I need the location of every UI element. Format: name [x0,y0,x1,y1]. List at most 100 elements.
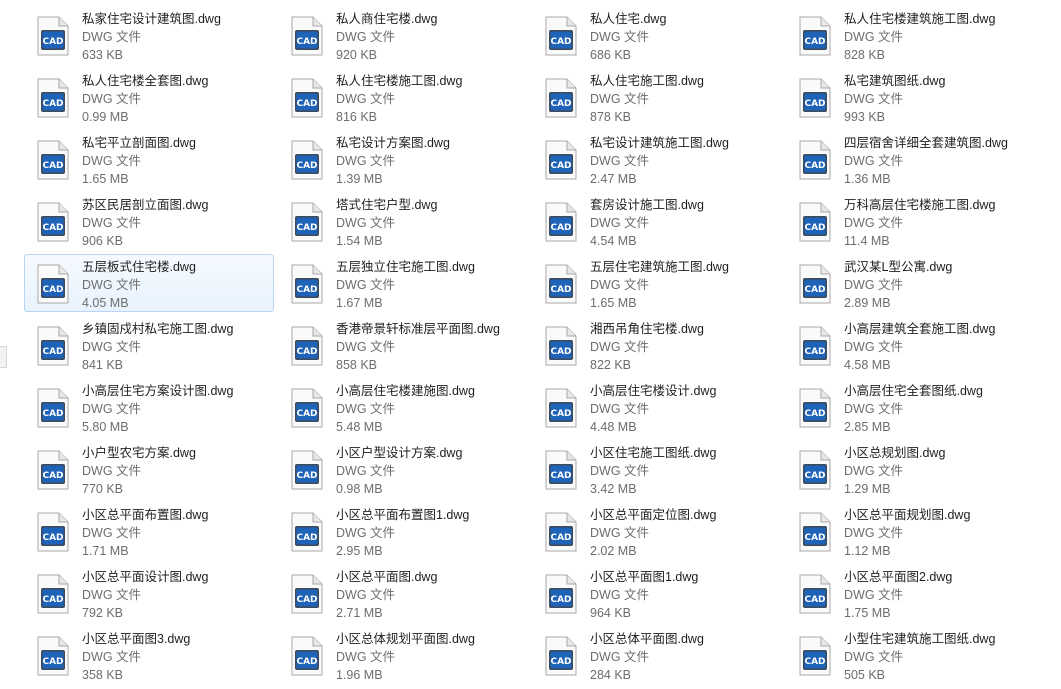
file-tile[interactable]: CAD 五层住宅建筑施工图.dwg DWG 文件 1.65 MB [532,254,782,312]
file-tile[interactable]: CAD 私人住宅楼建筑施工图.dwg DWG 文件 828 KB [786,6,1036,64]
file-tile[interactable]: CAD 小区总平面图3.dwg DWG 文件 358 KB [24,626,274,684]
file-type: DWG 文件 [336,340,396,354]
file-tile[interactable]: CAD 小高层建筑全套施工图.dwg DWG 文件 4.58 MB [786,316,1036,374]
file-tile[interactable]: CAD 私人住宅施工图.dwg DWG 文件 878 KB [532,68,782,126]
svg-text:CAD: CAD [42,409,63,419]
file-name: 私人住宅楼全套图.dwg [82,74,209,88]
file-tile[interactable]: CAD 私人商住宅楼.dwg DWG 文件 920 KB [278,6,528,64]
file-tile[interactable]: CAD 私人住宅楼施工图.dwg DWG 文件 816 KB [278,68,528,126]
file-tile[interactable]: CAD 乡镇固戍村私宅施工图.dwg DWG 文件 841 KB [24,316,274,374]
file-type: DWG 文件 [590,464,650,478]
file-tile[interactable]: CAD 小户型农宅方案.dwg DWG 文件 770 KB [24,440,274,498]
file-tile[interactable]: CAD 小高层住宅全套图纸.dwg DWG 文件 2.85 MB [786,378,1036,436]
file-tile[interactable]: CAD 湘西吊角住宅楼.dwg DWG 文件 822 KB [532,316,782,374]
cad-file-icon: CAD [291,512,323,552]
file-tile[interactable]: CAD 小区总体平面图.dwg DWG 文件 284 KB [532,626,782,684]
svg-text:CAD: CAD [804,409,825,419]
cad-file-icon: CAD [545,450,577,490]
navigation-pane-splitter[interactable] [0,346,7,368]
file-tile[interactable]: CAD 套房设计施工图.dwg DWG 文件 4.54 MB [532,192,782,250]
svg-text:CAD: CAD [550,347,571,357]
file-tile[interactable]: CAD 小高层住宅方案设计图.dwg DWG 文件 5.80 MB [24,378,274,436]
file-size: 0.98 MB [336,482,383,496]
file-size: 2.89 MB [844,296,891,310]
file-type: DWG 文件 [336,650,396,664]
file-name: 小区住宅施工图纸.dwg [590,446,717,460]
file-tile[interactable]: CAD 小区总平面图2.dwg DWG 文件 1.75 MB [786,564,1036,622]
cad-file-icon: CAD [37,140,69,180]
cad-file-icon: CAD [799,326,831,366]
file-tile[interactable]: CAD 私人住宅.dwg DWG 文件 686 KB [532,6,782,64]
file-type: DWG 文件 [590,526,650,540]
file-name: 私宅建筑图纸.dwg [844,74,946,88]
file-tile[interactable]: CAD 私宅设计方案图.dwg DWG 文件 1.39 MB [278,130,528,188]
file-size: 2.85 MB [844,420,891,434]
file-size: 1.65 MB [590,296,637,310]
cad-file-icon: CAD [545,16,577,56]
file-type: DWG 文件 [844,154,904,168]
file-tile[interactable]: CAD 小高层住宅楼建施图.dwg DWG 文件 5.48 MB [278,378,528,436]
cad-file-icon: CAD [291,636,323,676]
file-tile[interactable]: CAD 小区住宅施工图纸.dwg DWG 文件 3.42 MB [532,440,782,498]
file-tile[interactable]: CAD 小区总平面图1.dwg DWG 文件 964 KB [532,564,782,622]
svg-text:CAD: CAD [804,347,825,357]
file-size: 505 KB [844,668,886,682]
file-tile[interactable]: CAD 私宅建筑图纸.dwg DWG 文件 993 KB [786,68,1036,126]
svg-text:CAD: CAD [550,471,571,481]
file-tile[interactable]: CAD 小型住宅建筑施工图纸.dwg DWG 文件 505 KB [786,626,1036,684]
svg-text:CAD: CAD [804,285,825,295]
file-size: 4.54 MB [590,234,637,248]
svg-text:CAD: CAD [42,161,63,171]
file-name: 武汉某L型公寓.dwg [844,260,953,274]
file-tile[interactable]: CAD 小区总平面定位图.dwg DWG 文件 2.02 MB [532,502,782,560]
file-tile[interactable]: CAD 香港帝景轩标准层平面图.dwg DWG 文件 858 KB [278,316,528,374]
file-size: 906 KB [82,234,124,248]
svg-text:CAD: CAD [296,285,317,295]
file-type: DWG 文件 [590,340,650,354]
cad-file-icon: CAD [37,326,69,366]
cad-file-icon: CAD [37,450,69,490]
svg-text:CAD: CAD [804,223,825,233]
cad-file-icon: CAD [291,78,323,118]
file-tile[interactable]: CAD 私宅平立剖面图.dwg DWG 文件 1.65 MB [24,130,274,188]
cad-file-icon: CAD [799,636,831,676]
file-tile[interactable]: CAD 私宅设计建筑施工图.dwg DWG 文件 2.47 MB [532,130,782,188]
file-name: 五层住宅建筑施工图.dwg [590,260,729,274]
file-size: 878 KB [590,110,632,124]
svg-text:CAD: CAD [550,161,571,171]
file-tile[interactable]: CAD 小区总平面设计图.dwg DWG 文件 792 KB [24,564,274,622]
file-tile[interactable]: CAD 私人住宅楼全套图.dwg DWG 文件 0.99 MB [24,68,274,126]
file-name: 套房设计施工图.dwg [590,198,704,212]
cad-file-icon: CAD [37,78,69,118]
file-tile[interactable]: CAD 小高层住宅楼设计.dwg DWG 文件 4.48 MB [532,378,782,436]
file-name: 小高层住宅方案设计图.dwg [82,384,234,398]
file-tile[interactable]: CAD 五层独立住宅施工图.dwg DWG 文件 1.67 MB [278,254,528,312]
file-tile[interactable]: CAD 四层宿舍详细全套建筑图.dwg DWG 文件 1.36 MB [786,130,1036,188]
file-type: DWG 文件 [82,216,142,230]
cad-file-icon: CAD [799,16,831,56]
file-tile[interactable]: CAD 塔式住宅户型.dwg DWG 文件 1.54 MB [278,192,528,250]
file-size: 964 KB [590,606,632,620]
file-tile[interactable]: CAD 武汉某L型公寓.dwg DWG 文件 2.89 MB [786,254,1036,312]
file-tile[interactable]: CAD 苏区民居剖立面图.dwg DWG 文件 906 KB [24,192,274,250]
svg-text:CAD: CAD [296,409,317,419]
svg-text:CAD: CAD [296,161,317,171]
file-tile[interactable]: CAD 小区户型设计方案.dwg DWG 文件 0.98 MB [278,440,528,498]
file-tile[interactable]: CAD 小区总平面布置图.dwg DWG 文件 1.71 MB [24,502,274,560]
file-tile[interactable]: CAD 万科高层住宅楼施工图.dwg DWG 文件 11.4 MB [786,192,1036,250]
file-tile[interactable]: CAD 小区总平面布置图1.dwg DWG 文件 2.95 MB [278,502,528,560]
file-name: 小高层住宅楼设计.dwg [590,384,717,398]
file-type: DWG 文件 [844,464,904,478]
svg-text:CAD: CAD [804,595,825,605]
file-name: 私宅平立剖面图.dwg [82,136,196,150]
file-type: DWG 文件 [590,92,650,106]
file-tile[interactable]: CAD 小区总规划图.dwg DWG 文件 1.29 MB [786,440,1036,498]
file-size: 4.58 MB [844,358,891,372]
file-tile[interactable]: CAD 小区总体规划平面图.dwg DWG 文件 1.96 MB [278,626,528,684]
file-type: DWG 文件 [82,464,142,478]
file-tile[interactable]: CAD 五层板式住宅楼.dwg DWG 文件 4.05 MB [24,254,274,312]
file-tile[interactable]: CAD 私家住宅设计建筑图.dwg DWG 文件 633 KB [24,6,274,64]
file-tile[interactable]: CAD 小区总平面图.dwg DWG 文件 2.71 MB [278,564,528,622]
svg-text:CAD: CAD [804,161,825,171]
file-tile[interactable]: CAD 小区总平面规划图.dwg DWG 文件 1.12 MB [786,502,1036,560]
